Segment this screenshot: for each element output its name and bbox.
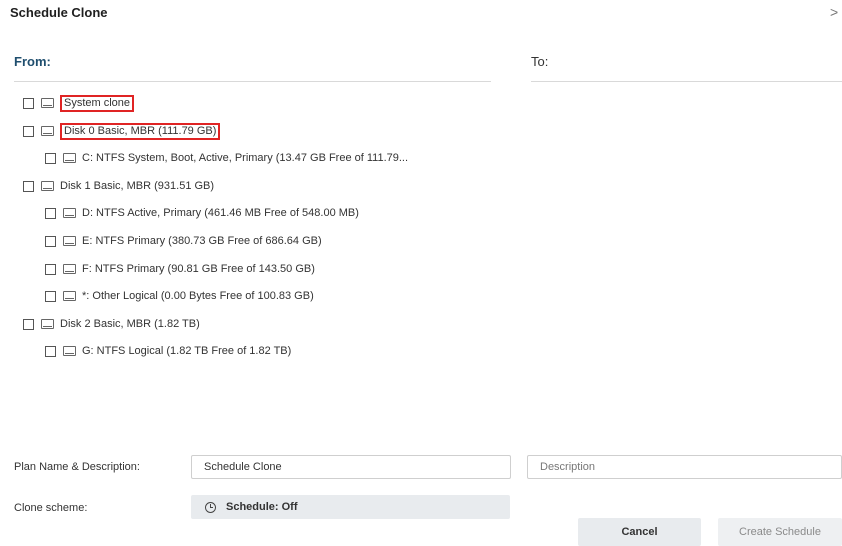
tree-item-partition[interactable]: *: Other Logical (0.00 Bytes Free of 100… xyxy=(45,286,314,306)
drive-icon xyxy=(41,181,54,191)
drive-icon xyxy=(63,153,76,163)
tree-item-label: System clone xyxy=(60,94,135,112)
cancel-button[interactable]: Cancel xyxy=(578,518,701,546)
tree-item-label: *: Other Logical (0.00 Bytes Free of 100… xyxy=(82,290,314,302)
tree-checkbox[interactable] xyxy=(23,180,34,192)
drive-icon xyxy=(63,208,76,218)
from-label: From: xyxy=(14,54,51,69)
clone-scheme-label: Clone scheme: xyxy=(14,502,88,514)
tree-item-label: D: NTFS Active, Primary (461.46 MB Free … xyxy=(82,207,359,219)
tree-checkbox[interactable] xyxy=(23,97,34,109)
tree-checkbox[interactable] xyxy=(45,263,56,275)
tree-checkbox[interactable] xyxy=(23,318,34,330)
from-divider xyxy=(14,81,491,82)
tree-checkbox[interactable] xyxy=(45,345,56,357)
close-icon[interactable]: > xyxy=(830,4,842,20)
tree-item-label: Disk 0 Basic, MBR (111.79 GB) xyxy=(60,122,221,140)
drive-icon xyxy=(41,319,54,329)
drive-icon xyxy=(41,98,54,108)
schedule-status: Schedule: Off xyxy=(226,501,298,513)
schedule-toggle[interactable]: Schedule: Off xyxy=(191,495,510,519)
tree-item-label: Disk 1 Basic, MBR (931.51 GB) xyxy=(60,180,215,192)
tree-checkbox[interactable] xyxy=(45,152,56,164)
drive-icon xyxy=(63,264,76,274)
plan-name-input[interactable] xyxy=(191,455,511,479)
tree-checkbox[interactable] xyxy=(45,290,56,302)
tree-checkbox[interactable] xyxy=(23,125,34,137)
tree-item-partition[interactable]: F: NTFS Primary (90.81 GB Free of 143.50… xyxy=(45,259,315,279)
tree-item-partition[interactable]: C: NTFS System, Boot, Active, Primary (1… xyxy=(45,148,408,168)
description-input[interactable] xyxy=(527,455,842,479)
drive-icon xyxy=(63,291,76,301)
tree-item-label: F: NTFS Primary (90.81 GB Free of 143.50… xyxy=(82,263,315,275)
tree-item-label: G: NTFS Logical (1.82 TB Free of 1.82 TB… xyxy=(82,345,292,357)
create-schedule-button[interactable]: Create Schedule xyxy=(718,518,842,546)
plan-label: Plan Name & Description: xyxy=(14,461,140,473)
tree-checkbox[interactable] xyxy=(45,235,56,247)
drive-icon xyxy=(63,346,76,356)
tree-item-disk[interactable]: System clone xyxy=(23,93,135,113)
tree-item-partition[interactable]: G: NTFS Logical (1.82 TB Free of 1.82 TB… xyxy=(45,341,291,361)
dialog-title: Schedule Clone xyxy=(10,5,108,20)
tree-item-partition[interactable]: E: NTFS Primary (380.73 GB Free of 686.6… xyxy=(45,231,322,251)
drive-icon xyxy=(63,236,76,246)
tree-checkbox[interactable] xyxy=(45,207,56,219)
to-divider xyxy=(531,81,842,82)
tree-item-disk[interactable]: Disk 1 Basic, MBR (931.51 GB) xyxy=(23,176,214,196)
tree-item-label: Disk 2 Basic, MBR (1.82 TB) xyxy=(60,318,200,330)
tree-item-disk[interactable]: Disk 0 Basic, MBR (111.79 GB) xyxy=(23,121,221,141)
tree-item-disk[interactable]: Disk 2 Basic, MBR (1.82 TB) xyxy=(23,314,200,334)
drive-icon xyxy=(41,126,54,136)
to-label: To: xyxy=(531,54,549,69)
tree-item-label: E: NTFS Primary (380.73 GB Free of 686.6… xyxy=(82,235,322,247)
tree-item-label: C: NTFS System, Boot, Active, Primary (1… xyxy=(82,152,409,164)
clock-icon xyxy=(205,501,216,513)
tree-item-partition[interactable]: D: NTFS Active, Primary (461.46 MB Free … xyxy=(45,203,359,223)
